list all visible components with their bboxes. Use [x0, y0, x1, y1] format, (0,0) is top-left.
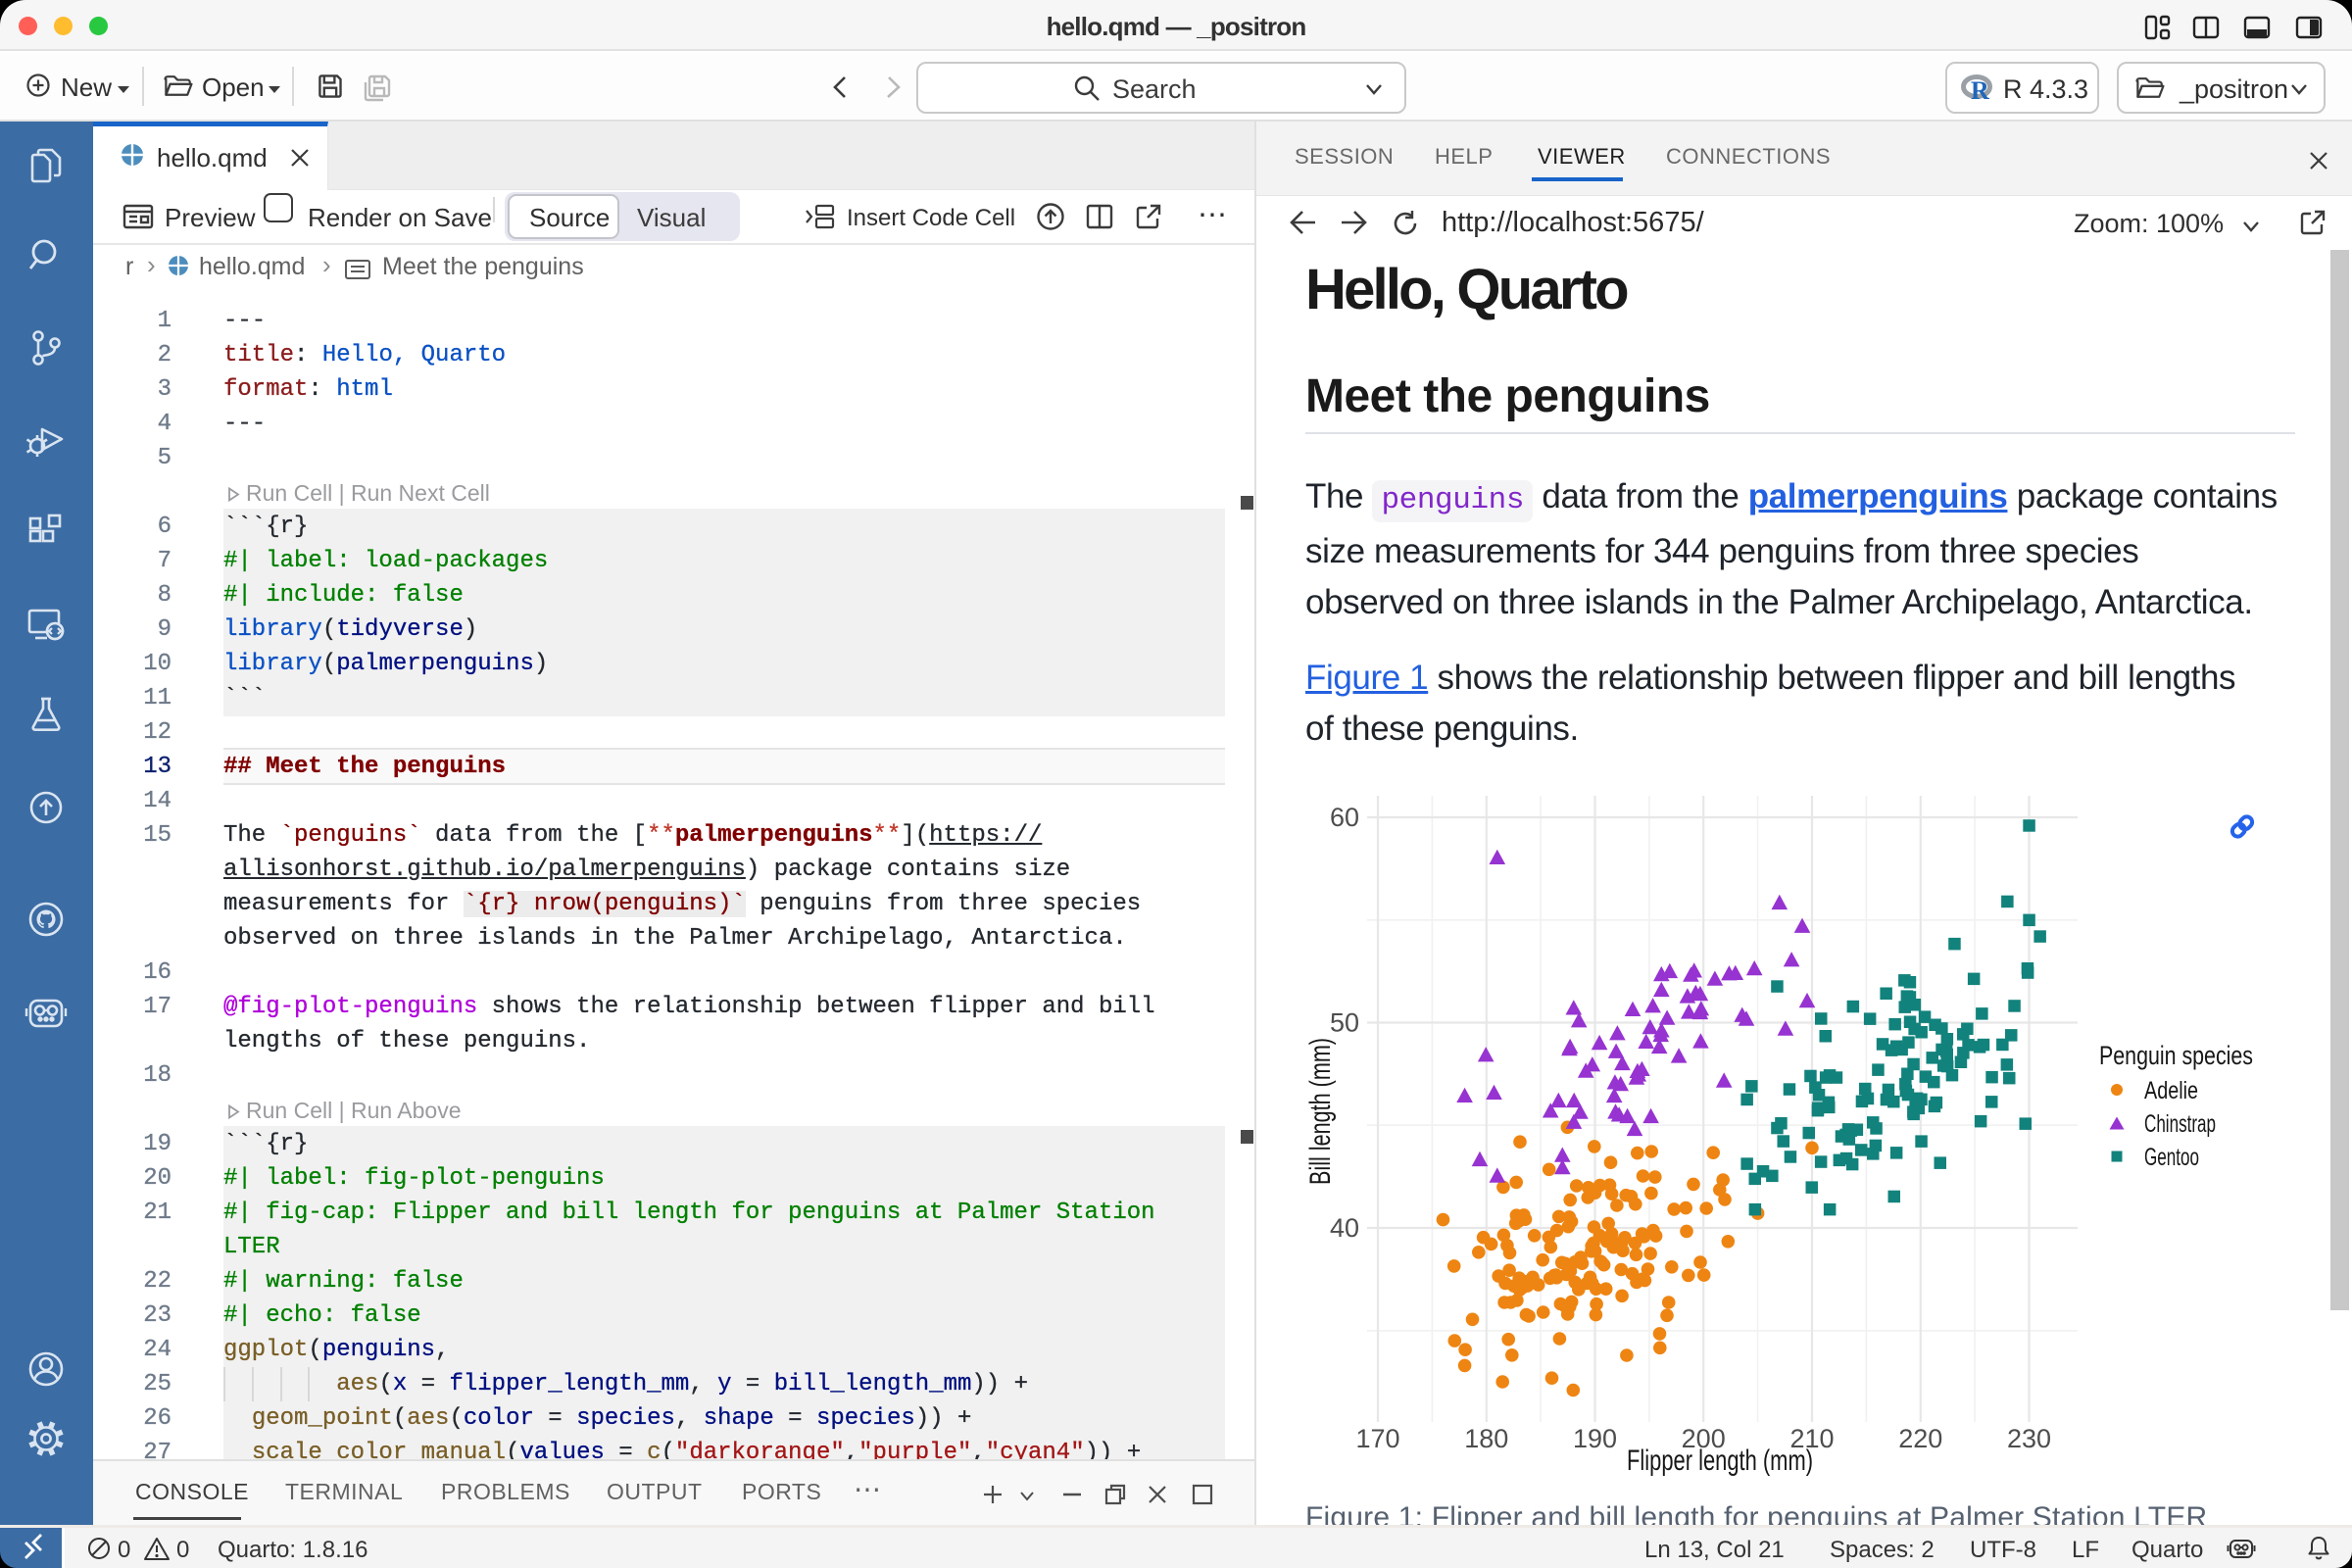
- svg-text:190: 190: [1573, 1424, 1617, 1453]
- svg-text:230: 230: [2007, 1424, 2051, 1453]
- svg-text:Adelie: Adelie: [2144, 1077, 2198, 1104]
- svg-text:180: 180: [1464, 1424, 1508, 1453]
- svg-text:Bill length (mm): Bill length (mm): [1304, 1038, 1337, 1185]
- svg-text:60: 60: [1330, 803, 1359, 832]
- svg-text:Chinstrap: Chinstrap: [2144, 1110, 2216, 1138]
- svg-text:40: 40: [1330, 1213, 1359, 1243]
- svg-text:170: 170: [1355, 1424, 1399, 1453]
- svg-text:Flipper length (mm): Flipper length (mm): [1627, 1445, 1813, 1477]
- svg-text:Gentoo: Gentoo: [2144, 1144, 2199, 1171]
- svg-text:Penguin species: Penguin species: [2099, 1041, 2253, 1070]
- svg-text:50: 50: [1330, 1008, 1359, 1038]
- svg-text:220: 220: [1898, 1424, 1942, 1453]
- svg-text:R: R: [1971, 76, 1989, 103]
